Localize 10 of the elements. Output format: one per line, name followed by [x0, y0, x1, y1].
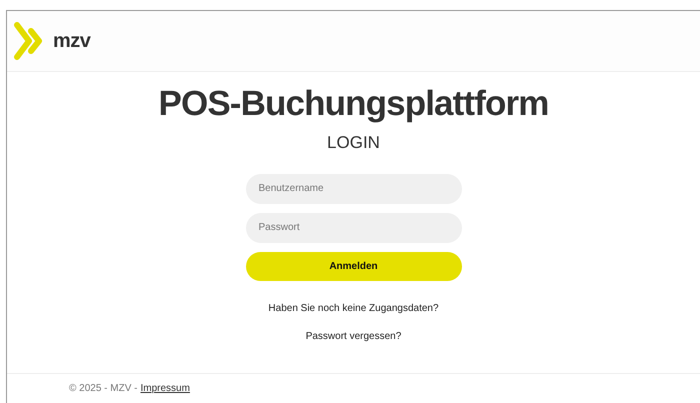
brand-name: mzv [53, 29, 90, 54]
register-link[interactable]: Haben Sie noch keine Zugangsdaten? [268, 300, 439, 316]
copyright-text: © 2025 - MZV - [69, 382, 138, 396]
page-title: POS-Buchungsplattform [158, 84, 548, 124]
password-field[interactable]: Passwort [246, 212, 462, 242]
page-subtitle: LOGIN [327, 132, 380, 154]
username-field[interactable]: Benutzername [246, 174, 462, 204]
imprint-link[interactable]: Impressum [140, 381, 190, 396]
forgot-password-link[interactable]: Passwort vergessen? [306, 328, 402, 344]
login-button[interactable]: Anmelden [246, 252, 462, 280]
